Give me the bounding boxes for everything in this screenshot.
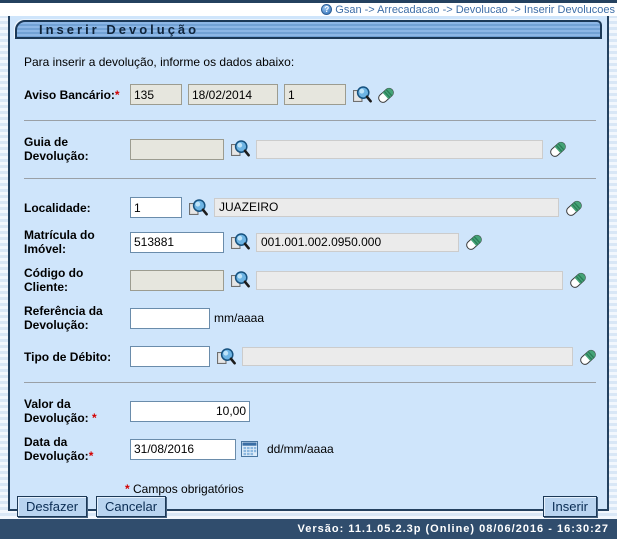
tipo-debito-erase-button[interactable]	[578, 347, 598, 367]
eraser-icon	[578, 347, 598, 367]
referencia-format-hint: mm/aaaa	[214, 311, 264, 325]
codigo-cliente-label: Código do Cliente:	[24, 266, 125, 294]
field-row-aviso-bancario: Aviso Bancário:*	[15, 84, 602, 105]
help-icon[interactable]: ?	[321, 4, 332, 15]
eraser-icon	[464, 232, 484, 252]
localidade-erase-button[interactable]	[564, 198, 584, 218]
breadcrumb: Gsan -> Arrecadacao -> Devolucao -> Inse…	[335, 4, 615, 16]
page-title-bar: Inserir Devolução	[15, 20, 602, 39]
data-devolucao-label: Data da Devolução:*	[24, 435, 125, 463]
guia-devolucao-label: Guia de Devolução:	[24, 135, 125, 163]
aviso-bancario-search-button[interactable]	[352, 85, 372, 105]
required-marker: *	[92, 411, 97, 425]
referencia-devolucao-label: Referência da Devolução:	[24, 304, 125, 332]
inserir-button[interactable]: Inserir	[543, 496, 597, 517]
aviso-bancario-seq-field	[284, 84, 346, 105]
eraser-icon	[568, 270, 588, 290]
matricula-imovel-display: 001.001.002.0950.000	[256, 233, 459, 252]
field-row-data-devolucao: Data da Devolução:* dd/mm/aaaa	[15, 435, 602, 463]
search-icon	[230, 139, 250, 159]
instruction-text: Para inserir a devolução, informe os dad…	[24, 55, 602, 69]
localidade-display: JUAZEIRO	[214, 198, 559, 217]
codigo-cliente-erase-button[interactable]	[568, 270, 588, 290]
matricula-imovel-erase-button[interactable]	[464, 232, 484, 252]
required-marker: *	[115, 88, 120, 102]
search-icon	[352, 85, 372, 105]
calendar-button[interactable]	[238, 441, 261, 457]
matricula-imovel-search-button[interactable]	[230, 232, 250, 252]
referencia-devolucao-input[interactable]	[130, 308, 210, 329]
field-row-matricula-imovel: Matrícula do Imóvel: 001.001.002.0950.00…	[15, 228, 602, 256]
tipo-debito-label: Tipo de Débito:	[24, 350, 125, 364]
localidade-label: Localidade:	[24, 201, 125, 215]
data-devolucao-input[interactable]	[130, 439, 236, 460]
data-format-hint: dd/mm/aaaa	[267, 442, 334, 456]
eraser-icon	[564, 198, 584, 218]
divider	[24, 178, 596, 179]
matricula-imovel-label: Matrícula do Imóvel:	[24, 228, 125, 256]
localidade-search-button[interactable]	[188, 198, 208, 218]
version-text: Versão: 11.1.05.2.3p (Online) 08/06/2016…	[298, 523, 610, 535]
codigo-cliente-input	[130, 270, 224, 291]
valor-devolucao-label: Valor da Devolução: *	[24, 397, 125, 425]
valor-devolucao-input[interactable]	[130, 401, 250, 422]
codigo-cliente-display	[256, 271, 563, 290]
field-row-tipo-debito: Tipo de Débito:	[15, 346, 602, 367]
aviso-bancario-label: Aviso Bancário:*	[24, 88, 125, 102]
tipo-debito-display	[242, 347, 573, 366]
version-footer-bar: Versão: 11.1.05.2.3p (Online) 08/06/2016…	[0, 519, 617, 539]
required-marker: *	[125, 482, 130, 496]
field-row-guia-devolucao: Guia de Devolução:	[15, 135, 602, 163]
tipo-debito-search-button[interactable]	[216, 347, 236, 367]
eraser-icon	[376, 85, 396, 105]
form-panel: Inserir Devolução Para inserir a devoluç…	[8, 16, 609, 511]
field-row-localidade: Localidade: JUAZEIRO	[15, 197, 602, 218]
codigo-cliente-search-button[interactable]	[230, 270, 250, 290]
field-row-codigo-cliente: Código do Cliente:	[15, 266, 602, 294]
eraser-icon	[548, 139, 568, 159]
divider	[24, 120, 596, 121]
guia-devolucao-display	[256, 140, 543, 159]
field-row-referencia-devolucao: Referência da Devolução: mm/aaaa	[15, 304, 602, 332]
guia-devolucao-input	[130, 139, 224, 160]
matricula-imovel-input[interactable]	[130, 232, 224, 253]
aviso-bancario-numero-field	[130, 84, 182, 105]
field-row-valor-devolucao: Valor da Devolução: *	[15, 397, 602, 425]
aviso-bancario-erase-button[interactable]	[376, 85, 396, 105]
page-title: Inserir Devolução	[39, 22, 199, 37]
guia-devolucao-erase-button[interactable]	[548, 139, 568, 159]
search-icon	[216, 347, 236, 367]
required-fields-note: * Campos obrigatórios	[125, 482, 602, 496]
cancelar-button[interactable]: Cancelar	[96, 496, 166, 517]
localidade-input[interactable]	[130, 197, 182, 218]
divider	[24, 382, 596, 383]
action-buttons-row: Desfazer Cancelar Inserir	[15, 496, 602, 517]
search-icon	[230, 270, 250, 290]
aviso-bancario-data-field	[188, 84, 278, 105]
tipo-debito-input[interactable]	[130, 346, 210, 367]
breadcrumb-bar: ? Gsan -> Arrecadacao -> Devolucao -> In…	[0, 3, 617, 16]
guia-devolucao-search-button[interactable]	[230, 139, 250, 159]
calendar-icon	[241, 441, 258, 457]
required-marker: *	[89, 449, 94, 463]
search-icon	[230, 232, 250, 252]
search-icon	[188, 198, 208, 218]
desfazer-button[interactable]: Desfazer	[17, 496, 87, 517]
